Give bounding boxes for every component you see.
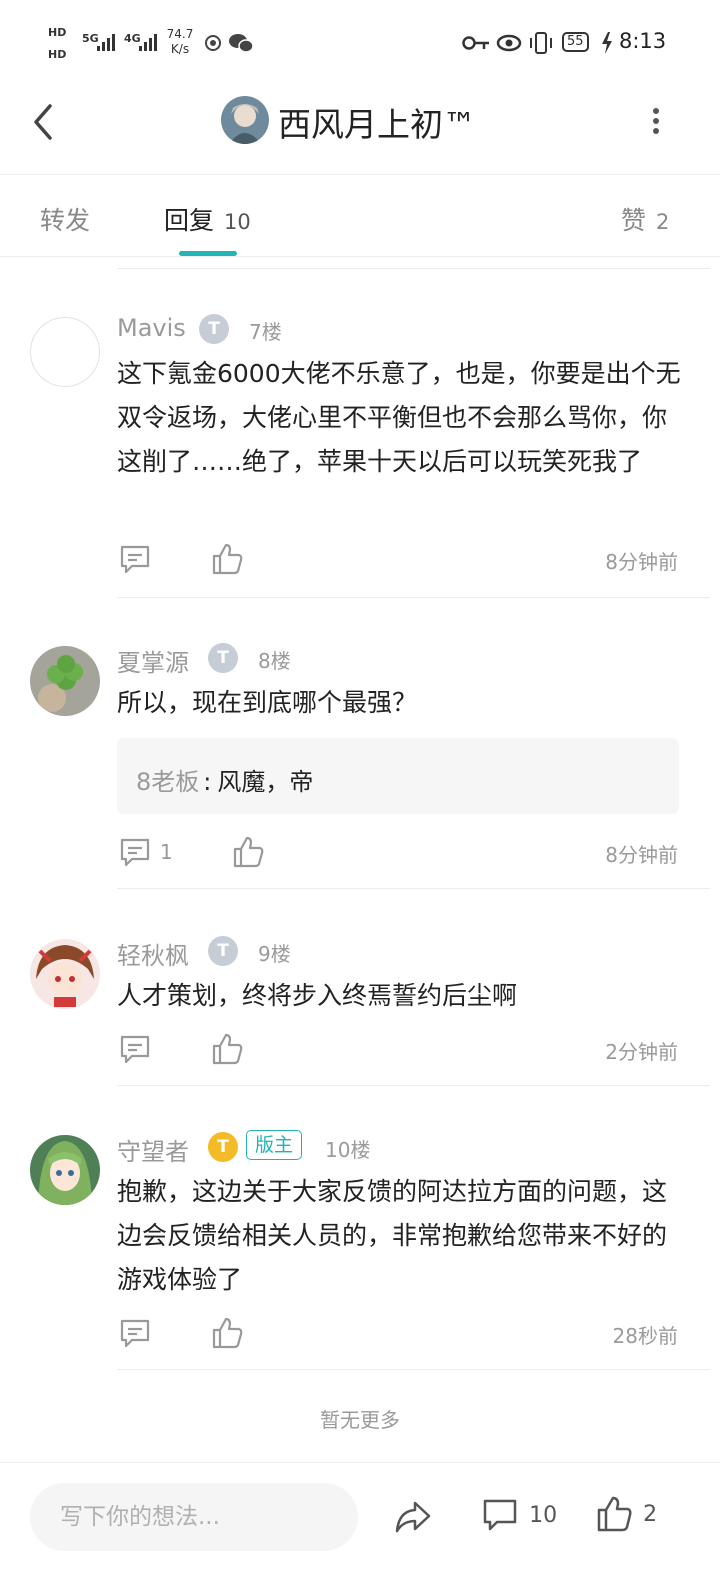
vibrate-icon [530, 32, 552, 54]
tab-bar: 转发 回复 10 赞2 [0, 175, 720, 257]
avatar-image [30, 1135, 100, 1205]
author-avatar-image [221, 96, 269, 144]
avatar[interactable] [30, 1135, 100, 1205]
comment-time: 8分钟前 [605, 550, 678, 574]
comment-time: 8分钟前 [605, 843, 678, 867]
author-avatar[interactable] [221, 96, 269, 144]
hd-indicator-2: HD [48, 48, 67, 61]
tab-reposts-label: 转发 [40, 206, 91, 235]
top-app-bar: 西风月上初™ [0, 86, 720, 174]
signal-icon-2 [139, 34, 157, 51]
like-icon[interactable] [210, 1032, 244, 1066]
tab-replies[interactable]: 回复 10 [164, 201, 251, 237]
comment-divider [117, 1369, 710, 1370]
charging-icon [602, 32, 612, 54]
avatar-image [30, 939, 100, 1009]
tab-reposts[interactable]: 转发 [40, 201, 90, 237]
thumbs-up-icon [597, 1496, 632, 1532]
comment-username[interactable]: 夏掌源 [117, 643, 189, 678]
bottom-like-count: 2 [643, 1501, 658, 1527]
bottom-bar: 写下你的想法... 10 2 [0, 1463, 720, 1592]
status-bar: HD HD 5G 4G 74.7 K/s 55 8:13 [0, 0, 720, 86]
sub-reply-preview[interactable]: 8老板: 风魔，帝 [117, 738, 679, 814]
network-speed-value: 74.7 [166, 27, 194, 41]
sub-reply-text: 风魔，帝 [217, 768, 314, 796]
avatar-image [30, 646, 100, 716]
comment-username[interactable]: Mavis [117, 314, 186, 342]
network-speed: 74.7 K/s [162, 27, 198, 57]
avatar[interactable] [30, 646, 100, 716]
sub-reply-line: 8老板: 风魔，帝 [136, 762, 313, 797]
comment-item: Mavis T 7楼 这下氪金6000大佬不乐意了，也是，你要是出个无双令返场，… [0, 300, 720, 598]
battery-level: 55 [562, 32, 589, 52]
sub-reply-author: 8老板 [136, 768, 200, 796]
comment-username[interactable]: 守望者 [117, 1132, 189, 1167]
signal-icon [97, 34, 115, 51]
comment-icon [483, 1499, 517, 1531]
tabs-divider [0, 256, 720, 257]
comment-floor: 10楼 [325, 1138, 371, 1162]
comment-divider [117, 888, 710, 889]
more-options-icon[interactable] [646, 104, 666, 138]
comment-divider [117, 597, 710, 598]
like-button[interactable]: 2 [596, 1495, 657, 1533]
level-badge-icon: T [208, 643, 238, 673]
tab-replies-count: 10 [224, 210, 251, 234]
reply-icon[interactable] [118, 542, 152, 576]
comment-text: 人才策划，终将步入终焉誓约后尘啊 [117, 981, 518, 1010]
comment-time: 28秒前 [612, 1324, 678, 1348]
hd-indicator-1: HD [48, 26, 67, 39]
reply-icon[interactable] [118, 1316, 152, 1350]
like-icon[interactable] [231, 835, 265, 869]
comment-input[interactable]: 写下你的想法... [30, 1483, 358, 1551]
list-top-divider [117, 268, 710, 269]
clock: 8:13 [619, 29, 667, 53]
reply-button[interactable]: 10 [482, 1497, 557, 1533]
reply-icon[interactable] [118, 1032, 152, 1066]
level-badge-icon: T [208, 1132, 238, 1162]
reply-count: 1 [160, 840, 173, 864]
avatar[interactable] [30, 317, 100, 387]
comment-divider [117, 1085, 710, 1086]
comment-floor: 8楼 [258, 649, 291, 673]
tab-likes[interactable]: 赞2 [621, 201, 669, 237]
page-title: 西风月上初™ [278, 105, 476, 144]
comment-item: 轻秋枫 T 9楼 人才策划，终将步入终焉誓约后尘啊 2分钟前 [0, 922, 720, 1086]
comment-item: 夏掌源 T 8楼 所以，现在到底哪个最强？ 8老板: 风魔，帝 1 8分钟前 [0, 629, 720, 889]
comment-floor: 7楼 [249, 320, 282, 344]
comment-text: 所以，现在到底哪个最强？ [117, 688, 418, 717]
comment-floor: 9楼 [258, 942, 291, 966]
network-speed-unit: K/s [170, 42, 190, 56]
reply-icon[interactable] [118, 835, 152, 869]
back-icon[interactable] [28, 102, 58, 142]
wechat-icon [229, 34, 254, 53]
like-icon[interactable] [210, 542, 244, 576]
level-badge-icon: T [208, 936, 238, 966]
comment-time: 2分钟前 [605, 1040, 678, 1064]
moderator-badge: 版主 [246, 1130, 303, 1160]
tab-replies-label: 回复 [164, 206, 215, 235]
bottom-reply-count: 10 [529, 1502, 558, 1528]
share-icon[interactable] [393, 1497, 433, 1537]
tab-likes-count: 2 [656, 210, 670, 234]
comment-item: 守望者 T 版主 10楼 抱歉，这边关于大家反馈的阿达拉方面的问题，这边会反馈给… [0, 1118, 720, 1370]
comment-username[interactable]: 轻秋枫 [117, 936, 189, 971]
end-of-list-note: 暂无更多 [320, 1408, 400, 1432]
sub-reply-separator: : [203, 768, 212, 796]
avatar[interactable] [30, 939, 100, 1009]
eye-icon [496, 34, 522, 52]
level-badge-icon: T [199, 314, 229, 344]
key-icon [462, 36, 489, 50]
tab-likes-label: 赞 [621, 206, 647, 235]
like-icon[interactable] [210, 1316, 244, 1350]
comment-text: 这下氪金6000大佬不乐意了，也是，你要是出个无双令返场，大佬心里不平衡但也不会… [117, 359, 681, 476]
comment-text: 抱歉，这边关于大家反馈的阿达拉方面的问题，这边会反馈给相关人员的，非常抱歉给您带… [117, 1177, 668, 1294]
sync-icon [205, 35, 221, 51]
